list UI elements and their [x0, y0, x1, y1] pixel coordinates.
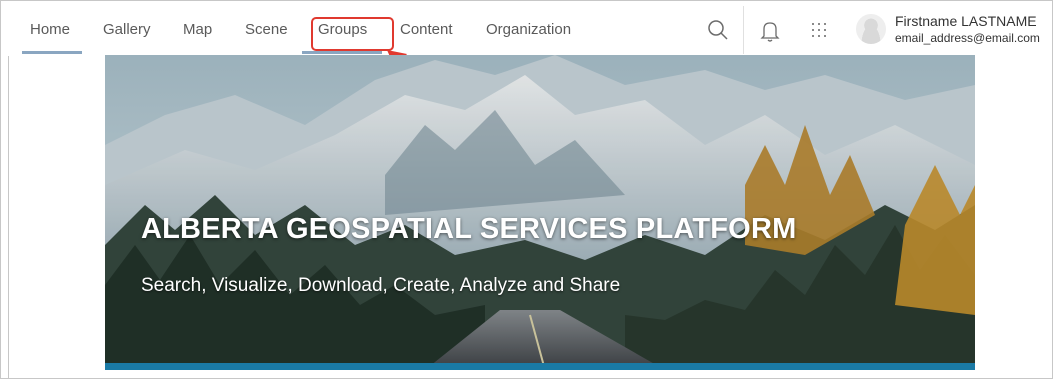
app-launcher-icon[interactable] [801, 12, 837, 48]
user-name[interactable]: Firstname LASTNAME [895, 13, 1037, 29]
top-navigation: Home Gallery Map Scene Groups Content Or… [10, 6, 1051, 54]
hero-subtitle: Search, Visualize, Download, Create, Ana… [141, 275, 621, 296]
bell-icon[interactable] [752, 12, 788, 48]
left-border [8, 56, 9, 379]
nav-content[interactable]: Content [400, 21, 453, 38]
nav-organization[interactable]: Organization [486, 21, 571, 38]
nav-gallery[interactable]: Gallery [103, 21, 151, 38]
header-divider [743, 6, 744, 54]
groups-highlight-box [311, 17, 394, 51]
nav-map[interactable]: Map [183, 21, 212, 38]
active-tab-underline [22, 51, 82, 54]
hero-banner: ALBERTA GEOSPATIAL SERVICES PLATFORM Sea… [105, 55, 975, 370]
search-icon[interactable] [700, 12, 736, 48]
user-email: email_address@email.com [895, 31, 1040, 45]
nav-home[interactable]: Home [30, 21, 70, 38]
user-avatar[interactable] [856, 14, 886, 44]
nav-scene[interactable]: Scene [245, 21, 288, 38]
groups-hover-underline [302, 51, 382, 54]
hero-accent-bar [105, 363, 975, 370]
hero-title: ALBERTA GEOSPATIAL SERVICES PLATFORM [141, 213, 797, 245]
